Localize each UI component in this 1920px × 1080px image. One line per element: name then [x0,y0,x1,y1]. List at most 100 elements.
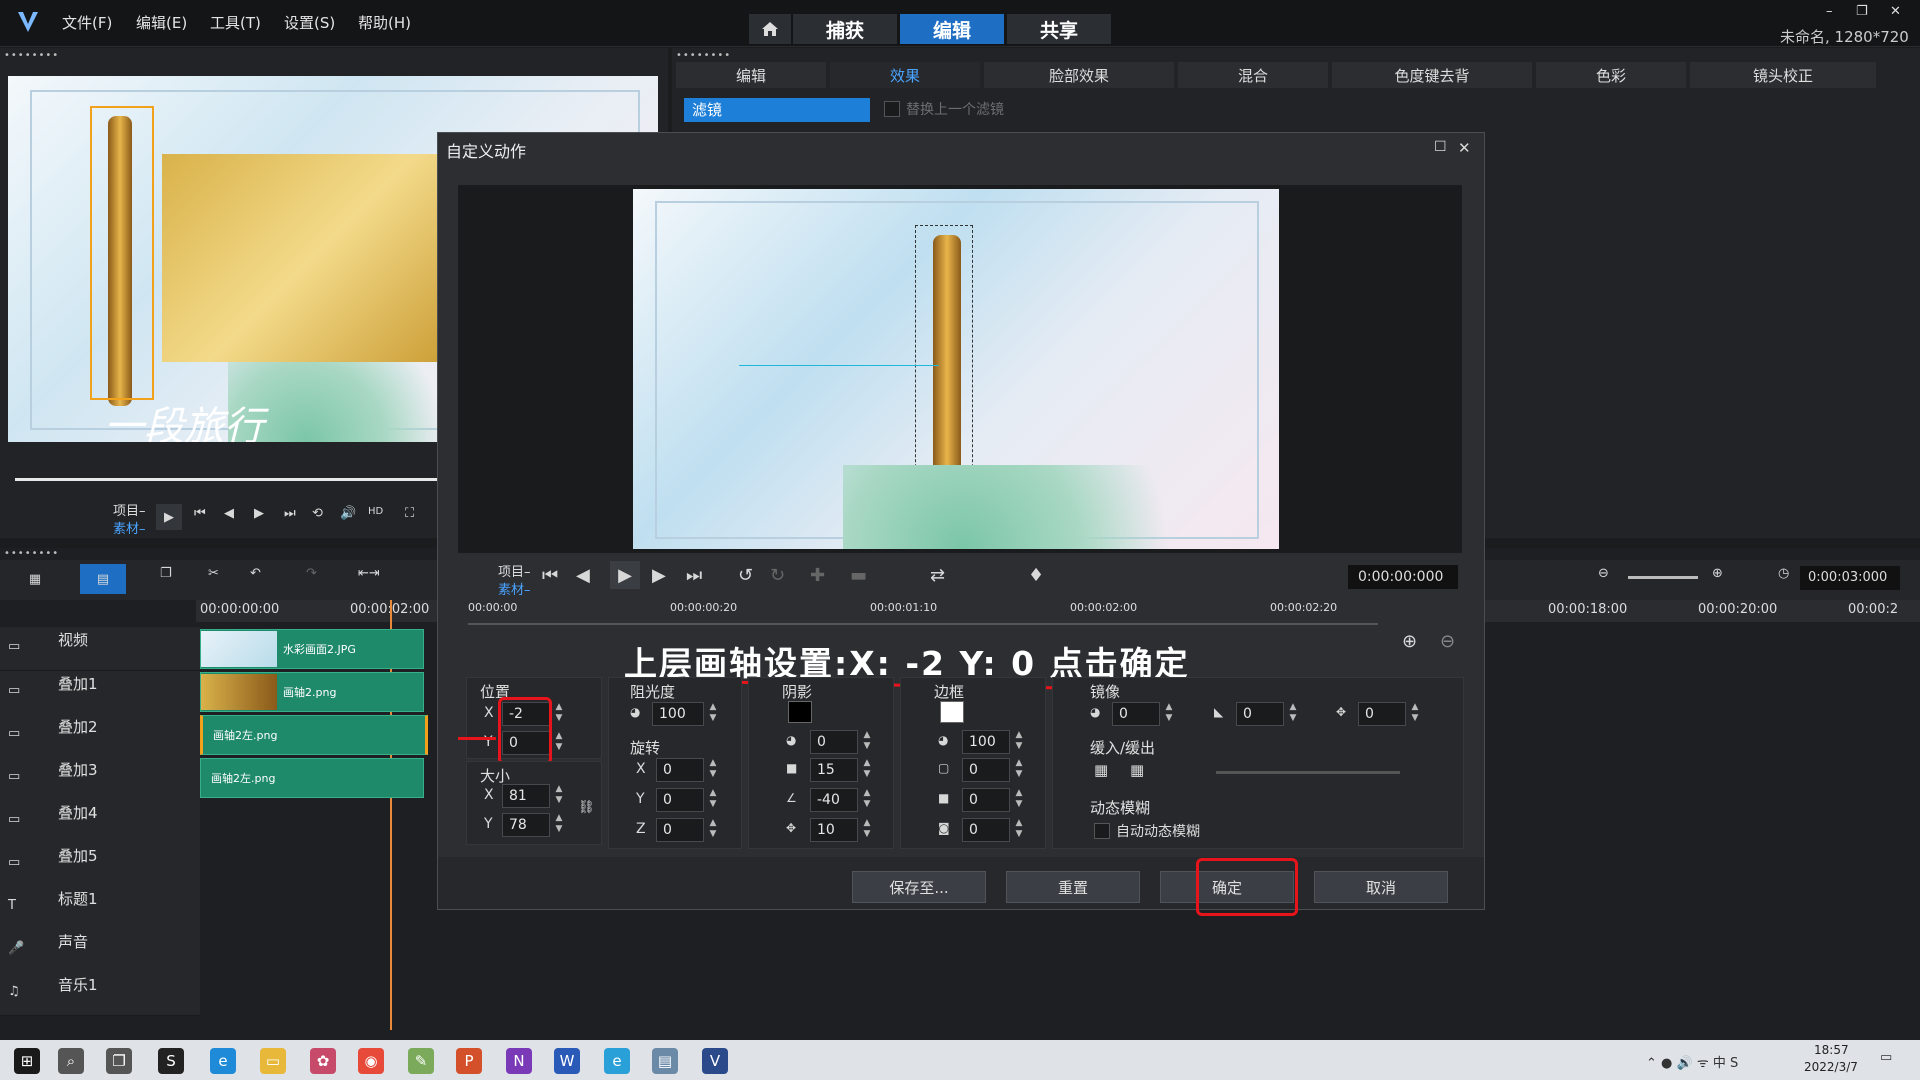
ease-slider[interactable] [1216,771,1400,774]
zoom-in-icon[interactable]: ⊕ [1712,566,1723,581]
menu-help[interactable]: 帮助(H) [358,12,411,33]
tray-icons[interactable]: ⌃ ● 🔊 ᯤ 中 S [1646,1052,1738,1071]
motion-path[interactable] [739,365,939,366]
onenote-icon[interactable]: N [506,1048,532,1074]
rotate-right-icon[interactable]: ↻ [770,565,785,586]
step-back-icon[interactable]: ◀ [224,506,234,521]
powerpoint-icon[interactable]: P [456,1048,482,1074]
menu-edit[interactable]: 编辑(E) [136,12,187,33]
skip-start-icon[interactable]: ⏮ [542,565,558,586]
rotation-y-input[interactable]: 0 [656,788,704,812]
step-forward-icon[interactable]: ▶ [652,565,666,586]
skip-end-icon[interactable]: ⏭ [686,565,702,586]
redo-icon[interactable]: ↷ [306,566,317,581]
border-width-input[interactable]: 0 [962,758,1010,782]
flip-keyframe-icon[interactable]: ⇄ [930,565,945,586]
rotation-x-spinner[interactable]: ▲ ▼ [706,758,720,782]
opacity-spinner[interactable]: ▲ ▼ [706,702,720,726]
timeline-clip[interactable]: 水彩画面2.JPG [200,629,424,669]
fx-tab-lens[interactable]: 镜头校正 [1690,62,1876,88]
home-button[interactable] [749,14,791,44]
shadow-opacity-spinner[interactable]: ▲ ▼ [860,730,874,754]
shadow-angle-input[interactable]: -40 [810,788,858,812]
timeline-clip[interactable]: 画轴2.png [200,672,424,712]
border-color-swatch[interactable] [940,701,964,723]
fx-tab-face[interactable]: 脸部效果 [984,62,1174,88]
zoom-out-icon[interactable]: ⊖ [1440,631,1455,652]
tab-share[interactable]: 共享 [1007,14,1111,44]
maximize-icon[interactable]: ☐ [1434,139,1447,155]
dialog-close-icon[interactable]: ✕ [1458,139,1471,157]
app-icon-2[interactable]: ✿ [310,1048,336,1074]
clip-mode-label[interactable]: 素材– [113,518,146,537]
clip-mode-label[interactable]: 素材– [498,579,531,598]
fx-tab-effect[interactable]: 效果 [830,62,980,88]
clock-date[interactable]: 2022/3/7 [1804,1060,1858,1074]
delete-keyframe-icon[interactable]: ▬ [850,565,867,586]
size-x-spinner[interactable]: ▲ ▼ [552,784,566,808]
dialog-timecode[interactable]: 0:00:00:000 [1348,565,1458,589]
hd-icon[interactable]: HD [368,506,383,517]
word-icon[interactable]: W [554,1048,580,1074]
task-view-icon[interactable]: ❐ [106,1048,132,1074]
menu-file[interactable]: 文件(F) [62,12,112,33]
panel-grip[interactable]: •••••••• [4,50,59,61]
rotation-x-input[interactable]: 0 [656,758,704,782]
ease-out-icon[interactable]: ▦ [1130,761,1144,779]
close-icon[interactable]: ✕ [1890,4,1901,19]
timeline-view-icon[interactable]: ▤ [80,564,126,594]
zoom-in-icon[interactable]: ⊕ [1402,631,1417,652]
border-blur-input[interactable]: 0 [962,788,1010,812]
play-icon[interactable]: ▶ [610,561,640,589]
app-icon-3[interactable]: ✎ [408,1048,434,1074]
folder-icon[interactable]: ▭ [260,1048,286,1074]
project-mode-label[interactable]: 项目– [113,500,146,519]
ease-in-icon[interactable]: ▦ [1094,761,1108,779]
position-y-spinner[interactable]: ▲ ▼ [552,731,566,755]
minimize-icon[interactable]: – [1826,4,1833,19]
timeline-grip[interactable]: •••••••• [4,548,59,559]
border-opacity-spinner[interactable]: ▲ ▼ [1012,730,1026,754]
rotation-z-spinner[interactable]: ▲ ▼ [706,818,720,842]
reset-button[interactable]: 重置 [1006,871,1140,903]
preview-scrubber[interactable] [15,478,445,481]
fx-tab-blend[interactable]: 混合 [1178,62,1328,88]
clock-time[interactable]: 18:57 [1814,1043,1849,1057]
browser-icon[interactable]: e [604,1048,630,1074]
cancel-button[interactable]: 取消 [1314,871,1448,903]
chrome-icon[interactable]: ◉ [358,1048,384,1074]
mirror-opacity-input[interactable]: 0 [1112,702,1160,726]
tools-icon[interactable]: ✂ [208,566,219,581]
panel-grip-right[interactable]: •••••••• [676,50,731,61]
shadow-distance-input[interactable]: 10 [810,818,858,842]
zoom-slider[interactable] [1628,576,1698,579]
rotation-y-spinner[interactable]: ▲ ▼ [706,788,720,812]
copy-icon[interactable]: ❐ [160,566,172,581]
menu-settings[interactable]: 设置(S) [284,12,335,33]
shadow-color-swatch[interactable] [788,701,812,723]
border-corner-input[interactable]: 0 [962,818,1010,842]
notification-icon[interactable]: ▭ [1880,1050,1892,1065]
border-blur-spinner[interactable]: ▲ ▼ [1012,788,1026,812]
border-width-spinner[interactable]: ▲ ▼ [1012,758,1026,782]
rotate-left-icon[interactable]: ↺ [738,565,753,586]
shadow-blur-input[interactable]: 15 [810,758,858,782]
timeline-clip[interactable]: 画轴2左.png [200,715,428,755]
mirror-fade-input[interactable]: 0 [1236,702,1284,726]
step-back-icon[interactable]: ◀ [576,565,590,586]
shadow-blur-spinner[interactable]: ▲ ▼ [860,758,874,782]
repeat-icon[interactable]: ⟲ [312,506,323,521]
app-icon-4[interactable]: ▤ [652,1048,678,1074]
videostudio-icon[interactable]: V [702,1048,728,1074]
mirror-opacity-spinner[interactable]: ▲ ▼ [1162,702,1176,726]
undo-icon[interactable]: ↶ [250,566,261,581]
mirror-distance-spinner[interactable]: ▲ ▼ [1408,702,1422,726]
move-right-icon[interactable]: ♦ [1028,565,1044,586]
step-forward-icon[interactable]: ▶ [254,506,264,521]
size-y-spinner[interactable]: ▲ ▼ [552,813,566,837]
volume-icon[interactable]: 🔊 [340,506,356,521]
mirror-fade-spinner[interactable]: ▲ ▼ [1286,702,1300,726]
edge-icon[interactable]: e [210,1048,236,1074]
size-x-input[interactable]: 81 [502,784,550,808]
timeline-timecode[interactable]: 0:00:03:000 [1800,566,1900,590]
